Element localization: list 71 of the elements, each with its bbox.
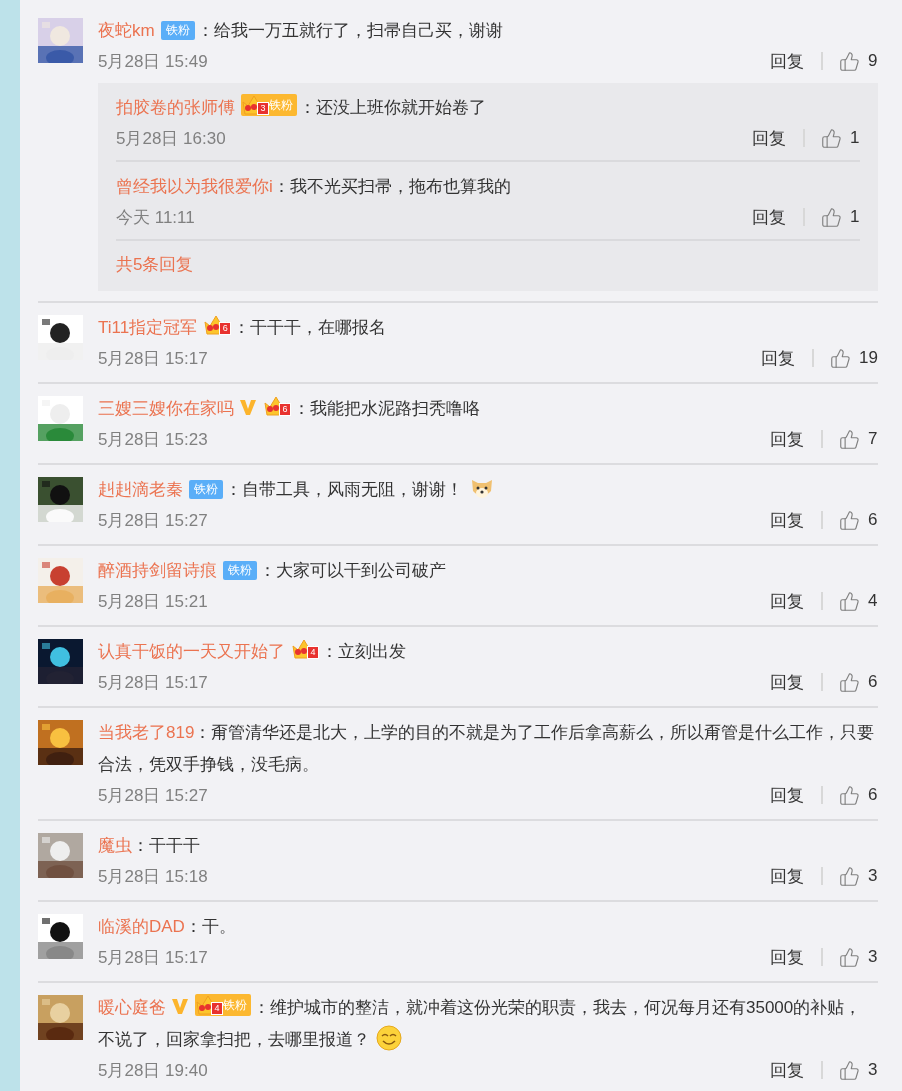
thumbs-up-icon [830, 347, 852, 369]
like-button[interactable]: 6 [839, 671, 878, 693]
like-button[interactable]: 6 [839, 509, 878, 531]
reply-link[interactable]: 回复 [770, 1058, 804, 1082]
comment-time: 5月28日 15:18 [98, 865, 209, 888]
level-badge: 4 [307, 646, 319, 659]
thumbs-up-icon [821, 127, 842, 149]
reply-link[interactable]: 回复 [770, 945, 804, 969]
reply-link[interactable]: 回复 [752, 205, 786, 229]
thumbs-up-icon [839, 50, 860, 72]
comment-time: 今天 11:11 [116, 206, 196, 229]
reply-link[interactable]: 回复 [752, 126, 786, 150]
comment-text: 赳赳滴老秦 铁粉 ：自带工具，风雨无阻，谢谢！ [98, 474, 878, 506]
like-button[interactable]: 1 [821, 206, 860, 228]
level-badge: 6 [219, 322, 232, 335]
comment-text: 曾经我以为我很爱你i：我不光买扫帚，拖布也算我的 [116, 176, 512, 198]
thumbs-up-icon [839, 946, 860, 968]
thumbs-up-icon [839, 590, 860, 612]
thumbs-up-icon [839, 428, 860, 450]
verified-icon [239, 398, 257, 416]
comment-text: 拍胶卷的张师傅 3 铁粉 ：还没上班你就开始卷了 [116, 92, 860, 124]
like-button[interactable]: 4 [839, 590, 878, 612]
comment-time: 5月28日 16:30 [116, 127, 227, 150]
fan-badge: 铁粉 [160, 21, 195, 40]
comment-time: 5月28日 15:17 [98, 671, 209, 694]
comment-text: 夜蛇km 铁粉 ：给我一万五就行了，扫帚自己买，谢谢 [98, 20, 504, 42]
comment-text: 临溪的DAD：干。 [98, 916, 237, 938]
level-badge: 6 [279, 403, 291, 416]
comment-text: 暖心庭爸 4 铁粉 ：维护城市的整洁，就冲着这份光荣的职责，我去，何况每月还有35000的补贴，不说了，回家拿扫把，去哪里报道？ [98, 992, 878, 1056]
comment-time: 5月28日 15:17 [98, 347, 209, 370]
comment-text: Ti11指定冠军 6 ：干干干，在哪报名 [98, 312, 878, 344]
reply-link[interactable]: 回复 [770, 49, 804, 73]
comment-text: 魔虫：干干干 [98, 835, 201, 857]
comment-time: 5月28日 15:21 [98, 590, 209, 613]
smile-emoji-icon [376, 1025, 402, 1051]
like-button[interactable]: 19 [830, 347, 878, 369]
comment-text: 三嫂三嫂你在家吗 6 ：我能把水泥路扫秃噜咯 [98, 393, 878, 425]
verified-icon [171, 997, 189, 1015]
thumbs-up-icon [839, 784, 860, 806]
comment-time: 5月28日 15:17 [98, 946, 209, 969]
comment-text: 醉酒持剑留诗痕 铁粉 ：大家可以干到公司破产 [98, 560, 447, 582]
reply-link[interactable]: 回复 [770, 783, 804, 807]
like-button[interactable]: 3 [839, 946, 878, 968]
fan-badge: 铁粉 [189, 480, 223, 499]
like-button[interactable]: 3 [839, 1059, 878, 1081]
thumbs-up-icon [839, 1059, 860, 1081]
reply-link[interactable]: 回复 [761, 346, 796, 370]
comment-text: 当我老了819：甭管清华还是北大，上学的目的不就是为了工作后拿高薪么，所以甭管是什么工作，只要合法，凭双手挣钱，没毛病。 [98, 722, 876, 776]
fan-badge: 铁粉 [223, 561, 257, 580]
like-button[interactable]: 3 [839, 865, 878, 887]
comment-time: 5月28日 15:23 [98, 428, 209, 451]
comment-time: 5月28日 15:27 [98, 509, 209, 532]
thumbs-up-icon [839, 865, 860, 887]
comment-text: 认真干饭的一天又开始了 4 ：立刻出发 [98, 636, 878, 668]
thumbs-up-icon [839, 509, 860, 531]
like-button[interactable]: 9 [839, 50, 878, 72]
comment-time: 5月28日 19:40 [98, 1059, 209, 1082]
comment-time: 5月28日 15:49 [98, 50, 209, 73]
fan-badge: 4 铁粉 [195, 994, 251, 1016]
reply-link[interactable]: 回复 [770, 864, 804, 888]
reply-link[interactable]: 回复 [770, 427, 804, 451]
fan-badge: 3 铁粉 [241, 94, 297, 116]
reply-link[interactable]: 回复 [770, 589, 804, 613]
comment-time: 5月28日 15:27 [98, 784, 209, 807]
thumbs-up-icon [821, 206, 842, 228]
reply-link[interactable]: 回复 [770, 508, 804, 532]
reply-link[interactable]: 回复 [770, 670, 804, 694]
like-button[interactable]: 6 [839, 784, 878, 806]
like-button[interactable]: 1 [821, 127, 860, 149]
thumbs-up-icon [839, 671, 860, 693]
like-button[interactable]: 7 [839, 428, 878, 450]
